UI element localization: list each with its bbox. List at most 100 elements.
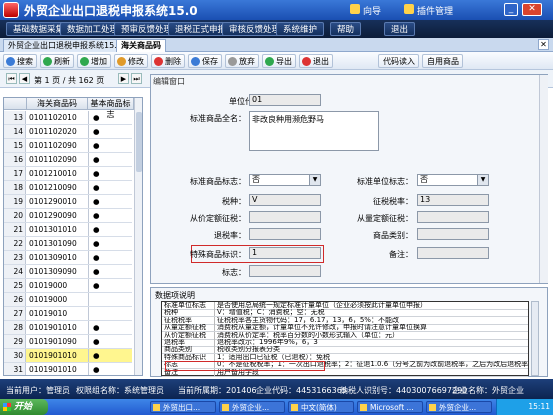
basic-flag-cell: ● [88,125,132,138]
std-flag-select[interactable]: 否 ▼ [249,174,321,186]
table-row[interactable]: 17 0101210010 ● [4,167,132,181]
refund-rate-field[interactable] [249,228,321,240]
table-row[interactable]: 24 0101309090 ● [4,265,132,279]
table-row[interactable]: 19 0101290010 ● [4,195,132,209]
plugin-manager-link[interactable]: 插件管理 [417,4,453,17]
special-flag-desc-highlight [165,361,325,371]
table-row[interactable]: 13 0101102010 ● [4,111,132,125]
mark-label: 标志： [222,268,246,277]
wizard-link[interactable]: 向导 [363,4,381,17]
table-row[interactable]: 21 0101301010 ● [4,223,132,237]
table-row[interactable]: 16 0101102090 ● [4,153,132,167]
menu-system-maintenance[interactable]: 系统维护 [276,22,325,36]
customs-code-grid[interactable]: 海关商品码 基本商品标志 13 0101102010 ● 14 0101102020 ● 1… [3,97,143,376]
add-icon [80,57,89,66]
taskbar-item-3[interactable]: 中文(简体) [288,401,354,413]
description-key: 退税率 [164,339,185,346]
grid-corner [4,98,27,110]
specific-field[interactable] [417,211,489,223]
taskbar-item-2[interactable]: 外贸企业... [219,401,285,413]
customs-code-cell: 0101301090 [29,239,77,248]
system-tray-clock[interactable]: 15:11 [496,399,553,415]
edit-button[interactable]: 修改 [114,54,148,68]
std-name-field[interactable]: 非改良种用濒危野马 [249,111,379,151]
std-unit-flag-select[interactable]: 否 ▼ [417,174,489,186]
grid-scrollbar[interactable] [134,98,142,375]
first-page-icon[interactable]: ⏮ [6,73,17,84]
chevron-down-icon[interactable]: ▼ [477,175,488,185]
next-page-icon[interactable]: ▶ [118,73,129,84]
description-value: 征税税率各主货物代码：17，6.17，13，6，5%：不能改 [214,316,526,324]
grid-scrollbar-thumb[interactable] [136,112,142,172]
basic-flag-cell: ● [88,111,132,124]
customs-code-cell: 0101210010 [29,169,77,178]
special-flag-field[interactable]: 1 [249,247,321,259]
taskbar-item-1[interactable]: 外贸出口... [150,401,216,413]
basic-flag-cell: ● [88,363,132,375]
customs-code-cell: 0101901010 [29,365,77,374]
table-row[interactable]: 20 0101290090 ● [4,209,132,223]
add-button[interactable]: 增加 [77,54,111,68]
delete-button[interactable]: 删除 [151,54,185,68]
close-tab-icon[interactable]: ✕ [538,39,549,50]
discard-button[interactable]: 放弃 [225,54,259,68]
row-number: 19 [4,195,26,208]
tab-main-system[interactable]: 外贸企业出口退税申报系统15.0 [3,39,127,52]
table-row[interactable]: 29 0101901090 ● [4,335,132,349]
start-button[interactable]: 开始 [0,399,48,415]
description-key: 商品类别 [164,346,192,354]
category-field[interactable] [417,228,489,240]
row-number: 30 [4,349,26,362]
table-row[interactable]: 18 0101210090 ● [4,181,132,195]
menu-exit[interactable]: 退出 [384,22,416,36]
table-row[interactable]: 30 0101901010 ● [4,349,132,363]
taskbar-item-4[interactable]: Microsoft ... [357,401,423,413]
refresh-button[interactable]: 刷新 [40,54,74,68]
save-button[interactable]: 保存 [188,54,222,68]
description-value: 退税率改示：1996年9%，6，3 [214,339,526,346]
description-key: 从量定额征税 [164,324,206,332]
description-value: 是否使用总局统一规定标准计量单位（企业必须按此计量单位申报） [214,302,526,309]
status-user: 当前用户：管理员 [6,386,70,395]
search-button[interactable]: 搜索 [3,54,37,68]
row-number: 27 [4,307,26,320]
levy-rate-field[interactable]: 13 [417,194,489,206]
row-number: 26 [4,293,26,306]
table-row[interactable]: 26 01019000 [4,293,132,307]
customs-code-cell: 0101301010 [29,225,77,234]
description-value: 1：适用出口已征税（已退税）：免税 [214,353,526,361]
table-row[interactable]: 22 0101301090 ● [4,237,132,251]
status-enterprise-name: 企业名称：外贸企业 [452,386,524,395]
unit-code-field[interactable]: 01 [249,94,321,106]
row-number: 23 [4,251,26,264]
column-header-flag[interactable]: 基本商品标志 [88,98,134,119]
mark-field[interactable] [249,265,321,277]
ad-valorem-field[interactable] [249,211,321,223]
table-row[interactable]: 25 01019000 ● [4,279,132,293]
tab-customs-code[interactable]: 海关商品码 [116,39,166,52]
column-header-code[interactable]: 海关商品码 [27,98,88,110]
code-import-button[interactable]: 代码读入 [378,54,419,68]
last-page-icon[interactable]: ⏭ [131,73,142,84]
basic-flag-cell: ● [88,139,132,152]
minimize-button[interactable]: _ [504,3,518,16]
edit-panel-scrollbar[interactable] [539,75,548,283]
table-row[interactable]: 23 0101309010 ● [4,251,132,265]
close-window-button[interactable]: ✕ [522,3,542,16]
table-row[interactable]: 31 0101901010 ● [4,363,132,375]
self-use-goods-button[interactable]: 自用商品 [422,54,463,68]
discard-icon [228,57,237,66]
chevron-down-icon[interactable]: ▼ [309,175,320,185]
export-button[interactable]: 导出 [262,54,296,68]
exit-button[interactable]: 退出 [299,54,333,68]
table-row[interactable]: 27 01019010 [4,307,132,321]
table-row[interactable]: 28 0101901010 ● [4,321,132,335]
menu-help[interactable]: 帮助 [330,22,362,36]
table-row[interactable]: 14 0101102020 ● [4,125,132,139]
table-row[interactable]: 15 0101102090 ● [4,139,132,153]
description-scrollbar[interactable] [531,301,539,376]
tax-type-field[interactable]: V [249,194,321,206]
prev-page-icon[interactable]: ◀ [19,73,30,84]
taskbar-item-5[interactable]: 外贸企业... [426,401,492,413]
remark-field[interactable] [417,247,489,259]
